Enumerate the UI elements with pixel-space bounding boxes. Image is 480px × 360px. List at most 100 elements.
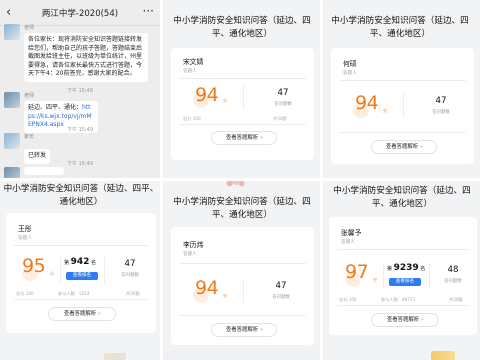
divider xyxy=(243,86,244,110)
participant-name: 何硕 xyxy=(343,60,357,68)
cropped-decoration xyxy=(431,351,455,360)
divider xyxy=(179,124,306,125)
quiz-title: 中小学消防安全知识问答（延边、四平、通化地区） xyxy=(3,184,159,207)
chat-message: 家长 已转发 xyxy=(4,133,51,164)
divider xyxy=(179,315,306,316)
review-answers-button[interactable]: 查看答题解析 › xyxy=(48,307,116,321)
score-value: 95 xyxy=(22,255,46,277)
message-time: 下午 15:49 xyxy=(67,161,93,167)
correct-count-label: 答对题数 xyxy=(274,102,292,107)
quiz-result-screenshot: 中小学消防安全知识问答（延边、四平、通化地区） 王彤 答题人 95 分 第 94… xyxy=(0,181,160,360)
rank-value: 942 xyxy=(70,257,90,267)
correct-count: 47 xyxy=(277,88,289,98)
quiz-result-screenshot: 中小学消防安全知识问答（延边、四平、通化地区） 宋文婧 答题人 94 分 47 … xyxy=(163,0,320,178)
view-rank-button[interactable]: 查看排名 xyxy=(389,278,421,286)
correct-count: 47 xyxy=(435,96,447,106)
message-time: 下午 15:49 xyxy=(67,127,93,133)
chat-message: 老师 各位家长：现将消防安全知识答题链接转发给您们，帮助自己的孩子答题，答题结束… xyxy=(4,24,148,82)
participant-name: 宋文婧 xyxy=(183,58,204,66)
result-card: 宋文婧 答题人 94 分 47 答对题数 总分 100 共50题 查看答题解析 › xyxy=(171,48,314,160)
correct-count-label: 答对题数 xyxy=(272,295,290,300)
wechat-group-chat: ‹ 两江中学-2020(54) ··· 老师 各位家长：现将消防安全知识答题链接… xyxy=(0,0,160,178)
divider xyxy=(337,249,469,250)
divider xyxy=(104,257,105,283)
review-answers-label: 查看答题解析 xyxy=(63,311,97,317)
review-answers-button[interactable]: 查看答题解析 › xyxy=(371,313,439,327)
divider xyxy=(383,263,384,289)
quiz-result-screenshot: 中小学消防安全知识问答（延边、四平、通化地区） 李历炜 答题人 94 分 47 … xyxy=(163,181,320,360)
quiz-title: 中小学消防安全知识问答（延边、四平、通化地区） xyxy=(173,16,311,39)
chat-message xyxy=(4,167,64,178)
score-unit: 分 xyxy=(223,98,227,103)
divider xyxy=(337,305,469,306)
divider xyxy=(60,257,61,283)
participant-name: 王彤 xyxy=(18,225,32,233)
avatar[interactable] xyxy=(4,133,20,149)
divider xyxy=(14,245,148,246)
review-answers-label: 查看答题解析 xyxy=(225,327,259,333)
question-count: 共50题 xyxy=(449,297,463,302)
avatar[interactable] xyxy=(4,24,20,40)
score-unit: 分 xyxy=(373,277,377,282)
total-score: 总分 100 xyxy=(183,116,201,121)
review-answers-label: 查看答题解析 xyxy=(386,317,420,323)
participant-label: 答题人 xyxy=(343,71,357,76)
participant-label: 答题人 xyxy=(18,236,32,241)
divider xyxy=(429,263,430,289)
cropped-decoration xyxy=(104,353,126,360)
rank-value: 9239 xyxy=(393,263,419,273)
message-bubble[interactable] xyxy=(24,167,64,175)
divider xyxy=(339,132,466,133)
score-unit: 分 xyxy=(223,293,227,298)
quiz-title: 中小学消防安全知识问答（延边、四平、通化地区） xyxy=(331,16,469,39)
correct-count: 48 xyxy=(447,265,459,275)
chat-title: 两江中学-2020(54) xyxy=(41,9,119,19)
divider xyxy=(403,94,404,118)
score-unit: 分 xyxy=(383,108,387,113)
review-answers-button[interactable]: 查看答题解析 › xyxy=(211,131,277,145)
quiz-title: 中小学消防安全知识问答（延边、四平、通化地区） xyxy=(173,197,311,220)
correct-count-label: 答对题数 xyxy=(121,273,139,278)
participant-label: 答题人 xyxy=(183,69,197,74)
result-card: 王彤 答题人 95 分 第 942 名 查看排名 47 答对题数 总分 100 … xyxy=(6,213,156,333)
question-count: 共50题 xyxy=(273,116,287,121)
chevron-right-icon: › xyxy=(421,317,424,323)
review-answers-button[interactable]: 查看答题解析 › xyxy=(211,323,277,337)
correct-count: 47 xyxy=(124,259,136,269)
participant-label: 答题人 xyxy=(341,240,355,245)
avatar[interactable] xyxy=(4,167,20,178)
avatar[interactable] xyxy=(4,92,20,108)
result-card: 张馨予 答题人 97 分 第 9239 名 查看排名 48 答对题数 总分 10… xyxy=(329,217,477,335)
chevron-right-icon: › xyxy=(260,327,263,333)
message-text: 延边、四平、通化： xyxy=(28,104,83,111)
message-bubble[interactable]: 各位家长：现将消防安全知识答题链接转发给您们，帮助自己的孩子答题，答题结束后截图… xyxy=(24,33,148,82)
sender-name: 老师 xyxy=(24,93,35,99)
chevron-right-icon: › xyxy=(260,135,263,141)
question-count: 共50题 xyxy=(126,291,140,296)
view-rank-button[interactable]: 查看排名 xyxy=(66,272,98,280)
screenshot-collage: ‹ 两江中学-2020(54) ··· 老师 各位家长：现将消防安全知识答题链接… xyxy=(0,0,480,360)
divider xyxy=(14,299,148,300)
total-score: 总分 100 xyxy=(339,297,357,302)
participant-name: 张馨予 xyxy=(341,229,362,237)
review-answers-label: 查看答题解析 xyxy=(225,135,259,141)
result-card: 李历炜 答题人 94 分 47 答对题数 查看答题解析 › xyxy=(171,227,314,345)
quiz-title: 中小学消防安全知识问答（延边、四平、通化地区） xyxy=(333,186,471,209)
cropped-footer xyxy=(163,351,320,360)
correct-count: 47 xyxy=(275,281,287,291)
divider xyxy=(179,263,306,264)
participant-count: 参与人数：89713 xyxy=(381,297,416,302)
sender-name: 家长 xyxy=(24,134,35,140)
review-answers-button[interactable]: 查看答题解析 › xyxy=(371,140,437,154)
decoration-flowers xyxy=(223,181,245,189)
quiz-result-screenshot: 中小学消防安全知识问答（延边、四平、通化地区） 何硕 答题人 94 分 47 答… xyxy=(323,0,480,178)
sender-name: 老师 xyxy=(24,25,35,31)
review-answers-label: 查看答题解析 xyxy=(385,144,419,150)
score-value: 94 xyxy=(195,277,219,299)
total-score: 总分 100 xyxy=(16,291,34,296)
divider xyxy=(243,279,244,303)
correct-count-label: 答对题数 xyxy=(444,279,462,284)
more-icon[interactable]: ··· xyxy=(143,4,154,18)
chat-header: ‹ 两江中学-2020(54) ··· xyxy=(0,0,160,26)
participant-label: 答题人 xyxy=(183,252,197,257)
